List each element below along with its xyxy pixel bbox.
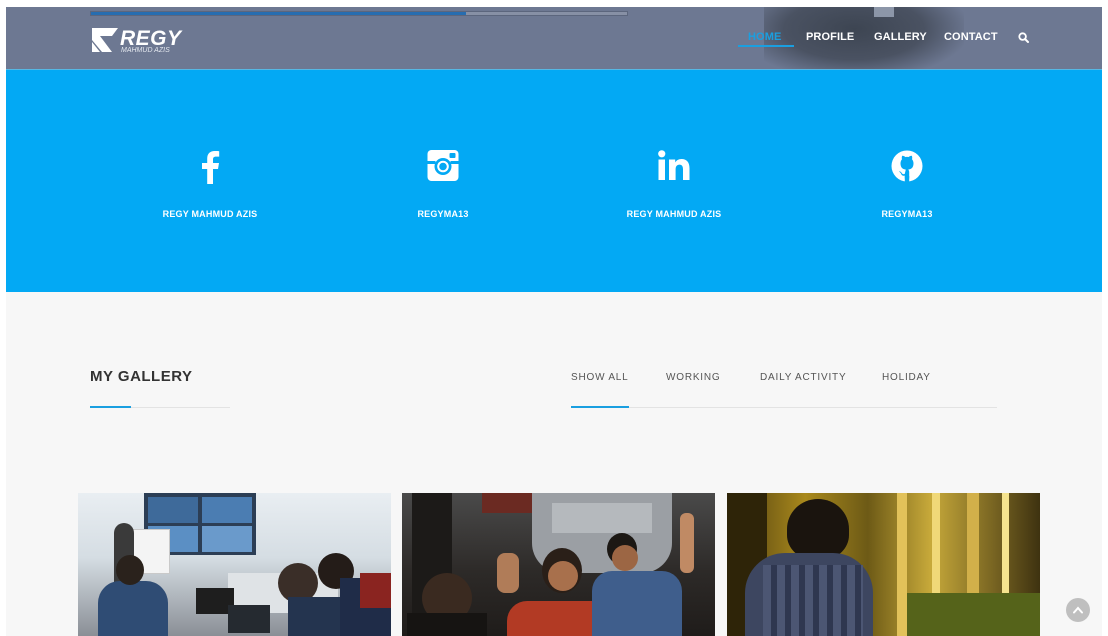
social-label-instagram: REGYMA13 bbox=[417, 209, 469, 219]
social-links-section: REGY MAHMUD AZIS REGYMA13 REGY MAHMUD AZ… bbox=[6, 70, 1102, 292]
gallery-photo-bamboo[interactable] bbox=[727, 493, 1040, 636]
nav-item-gallery[interactable]: GALLERY bbox=[874, 31, 927, 43]
page-progress-fill bbox=[91, 12, 467, 15]
gallery-title-accent bbox=[90, 406, 131, 408]
social-label-linkedin: REGY MAHMUD AZIS bbox=[626, 209, 722, 219]
filter-rule bbox=[571, 407, 997, 408]
filter-working[interactable]: WORKING bbox=[666, 372, 721, 383]
chevron-up-icon bbox=[1073, 606, 1083, 614]
filter-holiday[interactable]: HOLIDAY bbox=[882, 372, 931, 383]
github-icon bbox=[891, 150, 923, 182]
search-icon[interactable] bbox=[1018, 32, 1029, 43]
filter-show-all[interactable]: SHOW ALL bbox=[571, 372, 629, 383]
nav-item-contact[interactable]: CONTACT bbox=[944, 31, 998, 43]
nav-item-profile[interactable]: PROFILE bbox=[806, 31, 854, 43]
instagram-icon bbox=[427, 150, 459, 181]
site-logo[interactable]: REGY MAHMUD AZIS bbox=[92, 27, 192, 59]
linkedin-icon bbox=[658, 150, 690, 180]
facebook-icon bbox=[202, 151, 220, 184]
social-label-facebook: REGY MAHMUD AZIS bbox=[162, 209, 258, 219]
logo-subtitle: MAHMUD AZIS bbox=[121, 47, 170, 54]
gallery-title: MY GALLERY bbox=[90, 368, 193, 385]
site-header: REGY MAHMUD AZIS HOME PROFILE GALLERY CO… bbox=[6, 7, 1102, 70]
social-label-github: REGYMA13 bbox=[881, 209, 933, 219]
logo-mark-icon bbox=[92, 28, 118, 52]
gallery-photo-meeting[interactable] bbox=[78, 493, 391, 636]
nav-item-home[interactable]: HOME bbox=[748, 31, 781, 43]
filter-active-underline bbox=[571, 406, 629, 408]
nav-active-underline bbox=[738, 45, 794, 47]
page-progress-bar bbox=[90, 11, 628, 16]
header-background-photo bbox=[764, 7, 964, 70]
scroll-to-top-button[interactable] bbox=[1066, 598, 1090, 622]
gallery-photo-night-group[interactable] bbox=[402, 493, 715, 636]
gallery-section: MY GALLERY SHOW ALL WORKING DAILY ACTIVI… bbox=[6, 292, 1102, 636]
filter-daily-activity[interactable]: DAILY ACTIVITY bbox=[760, 372, 846, 383]
